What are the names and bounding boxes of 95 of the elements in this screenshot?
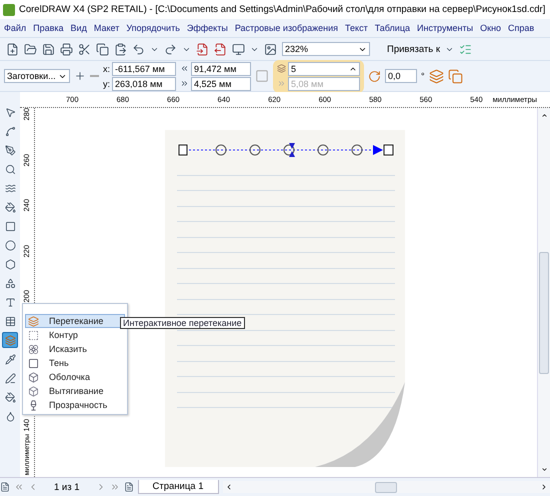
menu-item[interactable]: Макет [94, 23, 120, 33]
horizontal-scrollbar[interactable] [222, 481, 550, 493]
undo-icon [132, 42, 145, 56]
add-page-icon [0, 482, 10, 492]
wine-glass-icon [28, 400, 39, 410]
copy-icon [96, 42, 109, 56]
pen-icon [4, 144, 16, 156]
x-label: x: [103, 64, 110, 74]
save-icon [42, 42, 55, 56]
last-page-icon [110, 482, 120, 492]
square-icon [28, 358, 39, 368]
export-icon [214, 42, 227, 56]
rectangle-icon [4, 220, 16, 232]
polygon-icon [4, 258, 16, 270]
degree-sign: ° [421, 71, 425, 81]
node-curve-icon [4, 126, 16, 136]
zoom-dropdown[interactable]: 232% [282, 42, 370, 56]
menu-item[interactable]: Вид [70, 23, 87, 33]
redo-icon [164, 42, 177, 56]
new-file-icon [6, 42, 19, 56]
scroll-thumb[interactable] [539, 252, 549, 374]
shapes-icon [4, 278, 16, 288]
height-field[interactable]: 4,525 мм [191, 76, 252, 90]
y-field[interactable]: 263,018 мм [112, 76, 176, 90]
scroll-right-icon [540, 483, 548, 491]
rotate-icon [368, 70, 382, 82]
flyout-menu-item[interactable]: Прозрачность [25, 398, 125, 412]
flyout-menu-item[interactable]: Вытягивание [25, 384, 125, 398]
cube-outline-icon [28, 372, 39, 382]
width-arrows-icon [180, 64, 190, 73]
zoom-icon [4, 164, 16, 174]
picture-icon [264, 42, 277, 56]
width-field[interactable]: 91,472 мм [191, 62, 252, 76]
folder-icon [24, 42, 37, 56]
ellipse-icon [4, 240, 16, 250]
paste-icon [114, 42, 127, 56]
first-page-icon [14, 482, 24, 492]
scroll-up-icon [540, 112, 548, 119]
menu-item[interactable]: Таблица [374, 23, 410, 33]
checklist-icon [459, 42, 472, 56]
layers-icon [4, 334, 16, 346]
plus-icon [74, 70, 86, 82]
menu-item[interactable]: Упорядочить [126, 23, 180, 33]
menu-item[interactable]: Растровые изображения [234, 23, 338, 33]
flyout-menu-item[interactable]: Исказить [25, 342, 125, 356]
import-icon [196, 42, 209, 56]
menu-item[interactable]: Текст [345, 23, 368, 33]
menu-item[interactable]: Справ [508, 23, 534, 33]
height-arrows-icon [180, 79, 190, 88]
dashed-square-icon [28, 330, 39, 340]
menu-item[interactable]: Эффекты [186, 23, 228, 33]
app-logo-icon [3, 4, 15, 16]
steps-small-icon [277, 64, 286, 73]
text-icon [4, 296, 16, 308]
steps-field[interactable]: 5 [288, 62, 360, 76]
vertical-scrollbar[interactable] [537, 108, 550, 477]
fill-bucket-icon [4, 392, 16, 402]
scissors-icon [78, 42, 91, 56]
flyout-menu-item[interactable]: Контур [25, 328, 125, 342]
x-field[interactable]: -611,567 мм [112, 62, 176, 76]
table-icon [4, 316, 16, 326]
steps-icon [255, 69, 270, 83]
blend-direction-icon [428, 68, 444, 84]
tooltip: Интерактивное перетекание [120, 317, 245, 329]
add-page-icon [124, 482, 134, 492]
wave-icon [4, 182, 16, 194]
pen-nib-icon [4, 372, 16, 384]
window-title: CorelDRAW X4 (SP2 RETAIL) - [C:\Documents and Settings\Admin\Рабочий стол\для отправки на сервер\Рисунок1sd.cdr] [19, 4, 546, 15]
flyout-menu-item[interactable]: Перетекание [25, 314, 125, 328]
menu-item[interactable]: Окно [480, 23, 502, 33]
snap-dropdown[interactable]: Привязать к [387, 44, 440, 54]
object-icon [448, 68, 463, 84]
monitor-icon [232, 42, 245, 56]
pointer-icon [4, 106, 16, 118]
flyout-menu-item[interactable]: Оболочка [25, 370, 125, 384]
layers-icon [28, 316, 39, 326]
menu-item[interactable]: Правка [33, 23, 64, 33]
angle-field[interactable]: 0,0 [385, 69, 418, 83]
eyedropper-icon [4, 354, 16, 364]
menu-item[interactable]: Файл [4, 23, 26, 33]
spacing-icon [277, 79, 286, 88]
page-counter: 1 из 1 [53, 482, 81, 492]
minus-icon [90, 75, 99, 77]
presets-dropdown[interactable]: Заготовки... [4, 69, 70, 83]
flower-icon [28, 344, 39, 354]
scroll-down-icon [540, 466, 548, 473]
printer-icon [60, 42, 73, 56]
bucket-icon [4, 202, 16, 212]
menu-item[interactable]: Инструменты [417, 23, 474, 33]
drop-icon [4, 410, 16, 422]
flyout-menu-item[interactable]: Тень [25, 356, 125, 370]
cube-icon [28, 386, 39, 396]
page-tab[interactable]: Страница 1 [138, 480, 218, 494]
scroll-thumb[interactable] [375, 482, 398, 492]
y-label: y: [103, 78, 110, 88]
